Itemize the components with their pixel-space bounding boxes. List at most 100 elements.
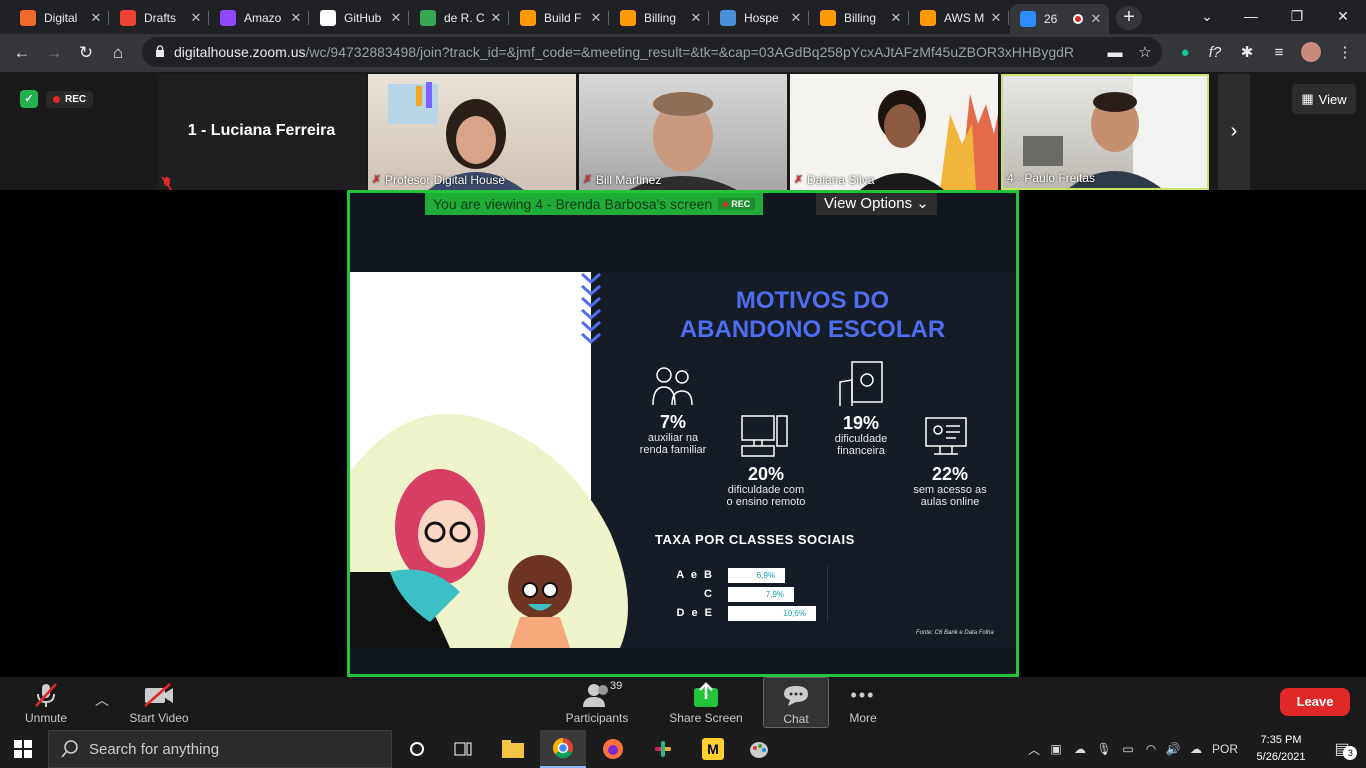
camera-blocked-icon[interactable]: ▬ (1104, 42, 1126, 64)
maps-icon (420, 10, 436, 26)
stat-desc: aulas online (920, 496, 980, 508)
stat-desc: sem acesso as (913, 484, 987, 496)
participant-label: 4 - Paulo Freitas (1007, 171, 1096, 185)
task-view-icon[interactable] (440, 730, 486, 768)
chat-button[interactable]: Chat (763, 677, 829, 728)
file-explorer-icon[interactable] (490, 730, 536, 768)
extensions-puzzle-icon[interactable]: ✱ (1236, 42, 1258, 64)
participant-tile[interactable]: ✗ Profesor Digital House (368, 74, 576, 190)
participants-count: 39 (610, 680, 623, 692)
browser-tab[interactable]: de R. C ✕ (410, 4, 509, 32)
share-rec-badge: REC (718, 198, 756, 210)
chrome-taskbar-icon[interactable] (540, 730, 586, 768)
bookmark-star-icon[interactable]: ☆ (1134, 42, 1156, 64)
close-tab-icon[interactable]: ✕ (489, 10, 503, 26)
twitch-icon (220, 10, 236, 26)
mic-muted-icon: ✗ (583, 174, 593, 186)
browser-tab[interactable]: Hospe ✕ (710, 4, 809, 32)
firefox-icon[interactable] (590, 730, 636, 768)
close-tab-icon[interactable]: ✕ (889, 10, 903, 26)
minimize-button[interactable]: — (1228, 0, 1274, 34)
bar: 10,6% (728, 606, 816, 621)
home-button[interactable]: ⌂ (106, 41, 130, 65)
participant-tile-speaking[interactable]: 4 - Paulo Freitas (1001, 74, 1209, 190)
close-tab-icon[interactable]: ✕ (789, 10, 803, 26)
tab-title: Billing (844, 11, 877, 25)
camera-tray-icon[interactable]: ▣ (1044, 742, 1068, 756)
search-icon (61, 740, 78, 758)
back-button[interactable]: ← (10, 41, 34, 65)
close-tab-icon[interactable]: ✕ (289, 10, 303, 26)
participant-name: 4 - Paulo Freitas (1007, 171, 1095, 185)
paint-icon[interactable] (736, 730, 782, 768)
more-button[interactable]: ••• More (838, 680, 888, 728)
share-screen-button[interactable]: Share Screen (666, 680, 746, 728)
viewing-banner-text: You are viewing 4 - Brenda Barbosa's scr… (433, 196, 713, 212)
microphone-tray-icon[interactable]: 🎙 (1092, 742, 1116, 756)
view-options-button[interactable]: View Options ⌄ (816, 193, 937, 215)
participant-tile[interactable]: ✗ Bill Martinez (579, 74, 787, 190)
browser-tab[interactable]: Billing ✕ (610, 4, 709, 32)
new-tab-button[interactable]: + (1116, 6, 1142, 30)
media-control-icon[interactable]: ≡ (1268, 42, 1290, 64)
reload-button[interactable]: ↻ (74, 41, 98, 65)
browser-tab[interactable]: Billing ✕ (810, 4, 909, 32)
start-video-button[interactable]: Start Video (124, 680, 194, 728)
notification-center-icon[interactable]: ▤ 3 (1322, 730, 1362, 768)
input-language[interactable]: POR (1208, 742, 1242, 756)
participant-tile[interactable]: ✗ Daiana Silva (790, 74, 998, 190)
close-tab-icon[interactable]: ✕ (589, 10, 603, 26)
unmute-button[interactable]: Unmute (16, 680, 76, 728)
profile-avatar[interactable] (1300, 42, 1322, 64)
close-tab-icon[interactable]: ✕ (689, 10, 703, 26)
participants-icon: 39 (560, 680, 634, 708)
slack-icon[interactable] (640, 730, 686, 768)
tab-title: Amazo (244, 11, 282, 25)
miro-icon[interactable]: M (690, 730, 736, 768)
view-button[interactable]: ▦ View (1292, 84, 1356, 114)
cortana-icon[interactable] (394, 730, 440, 768)
tab-title: GitHub (344, 11, 382, 25)
volume-icon[interactable]: 🔊 (1162, 742, 1184, 756)
active-speaker-tile[interactable]: 1 - Luciana Ferreira (157, 74, 366, 190)
browser-tab[interactable]: Amazo ✕ (210, 4, 309, 32)
close-tab-icon[interactable]: ✕ (389, 10, 403, 26)
battery-icon[interactable]: ▭ (1116, 742, 1140, 756)
stat-desc: auxiliar na (647, 432, 699, 444)
browser-tab[interactable]: Drafts ✕ (110, 4, 209, 32)
taskbar-search-box[interactable]: Search for anything (48, 730, 392, 768)
leave-button[interactable]: Leave (1280, 688, 1350, 716)
tray-expand-icon[interactable]: ︿ (1024, 741, 1044, 758)
browser-tab[interactable]: Build F ✕ (510, 4, 609, 32)
mother-child-illustration (350, 272, 628, 648)
close-tab-icon[interactable]: ✕ (189, 10, 203, 26)
restore-button[interactable]: ❐ (1274, 0, 1320, 34)
browser-tab[interactable]: 26 ✕ (1010, 4, 1109, 34)
forward-button[interactable]: → (42, 41, 66, 65)
browser-tab[interactable]: AWS M ✕ (910, 4, 1009, 32)
close-window-button[interactable]: ✕ (1320, 0, 1366, 34)
system-clock[interactable]: 7:35 PM 5/26/2021 (1250, 732, 1312, 766)
stat-pct: 19% (842, 413, 880, 433)
clock-time: 7:35 PM (1260, 734, 1302, 746)
windows-start-icon[interactable] (0, 730, 46, 768)
close-tab-icon[interactable]: ✕ (1089, 11, 1103, 27)
computer-icon (741, 415, 788, 457)
address-bar[interactable]: digitalhouse.zoom.us/wc/94732883498/join… (142, 37, 1162, 67)
chrome-menu-icon[interactable]: ⋮ (1334, 42, 1356, 64)
wifi-icon[interactable]: ◠ (1140, 742, 1162, 756)
tab-search-icon[interactable]: ⌄ (1184, 0, 1230, 34)
tab-title: Drafts (144, 11, 177, 25)
shield-check-icon[interactable]: ✓ (20, 90, 38, 108)
close-tab-icon[interactable]: ✕ (989, 10, 1003, 26)
participants-button[interactable]: 39 Participants (560, 680, 634, 728)
cloud-upload-icon[interactable]: ☁ (1184, 742, 1208, 756)
formula-extension-icon[interactable]: f? (1204, 42, 1226, 64)
browser-tab[interactable]: GitHub ✕ (310, 4, 409, 32)
onedrive-cloud-icon[interactable]: ☁ (1068, 742, 1092, 756)
more-label: More (849, 711, 877, 725)
browser-tab[interactable]: Digital ✕ (10, 4, 109, 32)
next-participants-button[interactable]: › (1218, 74, 1250, 190)
close-tab-icon[interactable]: ✕ (89, 10, 103, 26)
grammarly-icon[interactable]: ● (1174, 42, 1196, 64)
